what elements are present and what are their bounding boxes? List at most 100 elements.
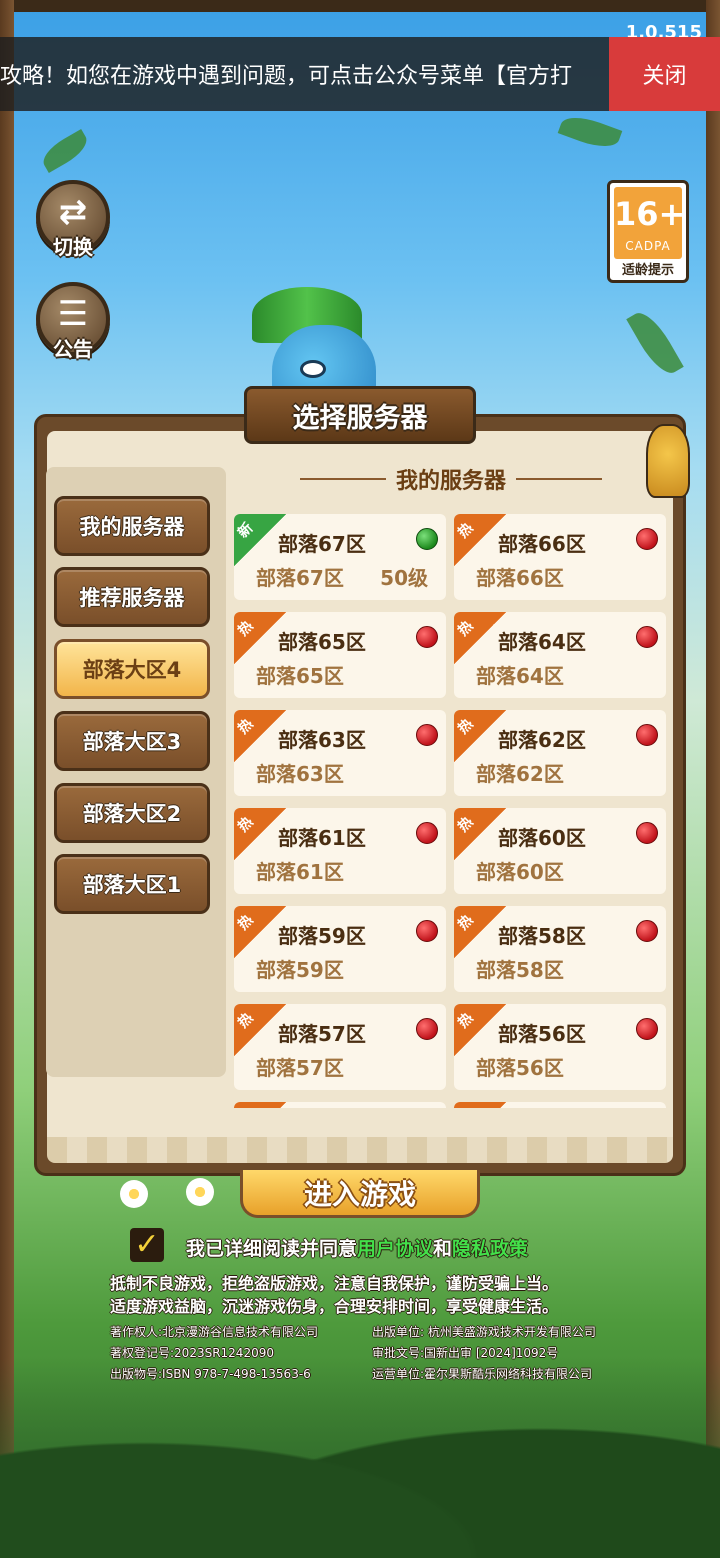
status-dot-icon: [416, 626, 438, 648]
age-number: 16+: [614, 195, 686, 233]
panel-bottom-decoration: [47, 1137, 673, 1163]
mascot-eye: [300, 360, 326, 378]
agreement-and: 和: [433, 1238, 453, 1260]
server-subname: 部落61区: [256, 860, 344, 884]
server-card[interactable]: 热 部落56区 部落56区: [454, 1004, 666, 1090]
enter-game-button[interactable]: 进入游戏: [240, 1170, 480, 1218]
category-recommended[interactable]: 推荐服务器: [54, 567, 210, 627]
legal-publisher: 出版单位: 杭州美盛游戏技术开发有限公司: [372, 1325, 596, 1339]
grass-foreground: [0, 1358, 720, 1558]
server-subname: 部落62区: [476, 762, 564, 786]
leaf-decoration: [626, 306, 684, 380]
legal-registration: 著权登记号:2023SR1242090: [110, 1346, 274, 1360]
legal-isbn: 出版物号:ISBN 978-7-498-13563-6: [110, 1367, 311, 1381]
user-agreement-link[interactable]: 用户协议: [357, 1238, 433, 1260]
server-card[interactable]: 热 部落66区 部落66区: [454, 514, 666, 600]
server-subname: 部落64区: [476, 664, 564, 688]
server-card[interactable]: 热 部落65区 部落65区: [234, 612, 446, 698]
server-name: 部落60区: [498, 826, 586, 850]
server-card[interactable]: 热 部落58区 部落58区: [454, 906, 666, 992]
server-card[interactable]: 热 部落64区 部落64区: [454, 612, 666, 698]
top-strip: [0, 0, 720, 12]
server-name: 部落62区: [498, 728, 586, 752]
legal-copyright-owner: 著作权人:北京漫游谷信息技术有限公司: [110, 1325, 319, 1339]
category-region-4[interactable]: 部落大区4: [54, 639, 210, 699]
left-frame: [0, 0, 14, 1558]
privacy-policy-link[interactable]: 隐私政策: [452, 1238, 528, 1260]
legal-operator: 运营单位:霍尔果斯酷乐网络科技有限公司: [372, 1367, 593, 1381]
server-list[interactable]: 新 部落67区 部落67区 50级 热 部落66区 部落66区 热 部落65区 …: [234, 514, 666, 1108]
server-level: 50级: [380, 566, 428, 590]
category-region-1[interactable]: 部落大区1: [54, 854, 210, 914]
status-dot-icon: [416, 1018, 438, 1040]
health-notice-line-2: 适度游戏益脑，沉迷游戏伤身，合理安排时间，享受健康生活。: [110, 1297, 559, 1316]
server-card[interactable]: 热 部落62区 部落62区: [454, 710, 666, 796]
notice-close-button[interactable]: 关闭: [609, 37, 720, 111]
server-card-partial[interactable]: [454, 1102, 666, 1108]
server-card[interactable]: 热 部落57区 部落57区: [234, 1004, 446, 1090]
hot-ribbon: [234, 1102, 286, 1108]
status-dot-icon: [636, 724, 658, 746]
server-card-partial[interactable]: [234, 1102, 446, 1108]
agree-checkbox[interactable]: ✓: [130, 1228, 164, 1262]
charm-icon: [646, 424, 690, 498]
server-card[interactable]: 热 部落63区 部落63区: [234, 710, 446, 796]
age-org: CADPA: [625, 239, 671, 253]
status-dot-icon: [636, 822, 658, 844]
server-card[interactable]: 新 部落67区 部落67区 50级: [234, 514, 446, 600]
server-subname: 部落67区: [256, 566, 344, 590]
notice-bar: 攻略！如您在游戏中遇到问题，可点击公众号菜单【官方打 关闭: [0, 37, 720, 111]
leaf-decoration: [557, 110, 623, 154]
server-name: 部落58区: [498, 924, 586, 948]
server-subname: 部落59区: [256, 958, 344, 982]
age-rating-badge[interactable]: 16+ CADPA 适龄提示: [607, 180, 689, 283]
divider-right: [516, 478, 602, 480]
server-subname: 部落63区: [256, 762, 344, 786]
flower-decoration: [186, 1178, 214, 1206]
server-name: 部落63区: [278, 728, 366, 752]
server-name: 部落67区: [278, 532, 366, 556]
status-dot-icon: [416, 822, 438, 844]
agreement-text: 我已详细阅读并同意用户协议和隐私政策: [186, 1234, 528, 1261]
announcement-label: 公告: [53, 337, 93, 361]
server-subname: 部落58区: [476, 958, 564, 982]
status-dot-icon: [636, 626, 658, 648]
divider-left: [299, 478, 386, 480]
notice-text: 攻略！如您在游戏中遇到问题，可点击公众号菜单【官方打: [0, 64, 573, 89]
server-subname: 部落60区: [476, 860, 564, 884]
announcement-button[interactable]: ☰ 公告: [36, 282, 110, 361]
server-card[interactable]: 热 部落59区 部落59区: [234, 906, 446, 992]
server-name: 部落61区: [278, 826, 366, 850]
section-header: 我的服务器: [292, 463, 610, 495]
server-card[interactable]: 热 部落61区 部落61区: [234, 808, 446, 894]
panel-title-banner: 选择服务器: [244, 386, 476, 444]
status-dot-icon: [416, 920, 438, 942]
category-region-3[interactable]: 部落大区3: [54, 711, 210, 771]
server-subname: 部落56区: [476, 1056, 564, 1080]
category-column: [46, 467, 226, 1077]
server-subname: 部落66区: [476, 566, 564, 590]
leaf-decoration: [37, 128, 93, 174]
switch-account-button[interactable]: ⇄ 切换: [36, 180, 110, 259]
status-dot-icon: [416, 528, 438, 550]
status-dot-icon: [416, 724, 438, 746]
switch-label: 切换: [53, 235, 93, 259]
announcement-icon: ☰: [57, 294, 89, 334]
agreement-prefix: 我已详细阅读并同意: [186, 1238, 358, 1260]
server-name: 部落56区: [498, 1022, 586, 1046]
age-tip: 适龄提示: [621, 263, 674, 278]
right-frame: [706, 0, 720, 1558]
server-card[interactable]: 热 部落60区 部落60区: [454, 808, 666, 894]
legal-approval: 审批文号:国新出审 [2024]1092号: [372, 1346, 559, 1360]
status-dot-icon: [636, 1018, 658, 1040]
server-name: 部落66区: [498, 532, 586, 556]
server-name: 部落64区: [498, 630, 586, 654]
category-region-2[interactable]: 部落大区2: [54, 783, 210, 843]
age-rating-box: 16+ CADPA: [614, 187, 686, 259]
status-dot-icon: [636, 920, 658, 942]
server-name: 部落65区: [278, 630, 366, 654]
server-name: 部落57区: [278, 1022, 366, 1046]
category-my-servers[interactable]: 我的服务器: [54, 496, 210, 556]
flower-decoration: [120, 1180, 148, 1208]
status-dot-icon: [636, 528, 658, 550]
